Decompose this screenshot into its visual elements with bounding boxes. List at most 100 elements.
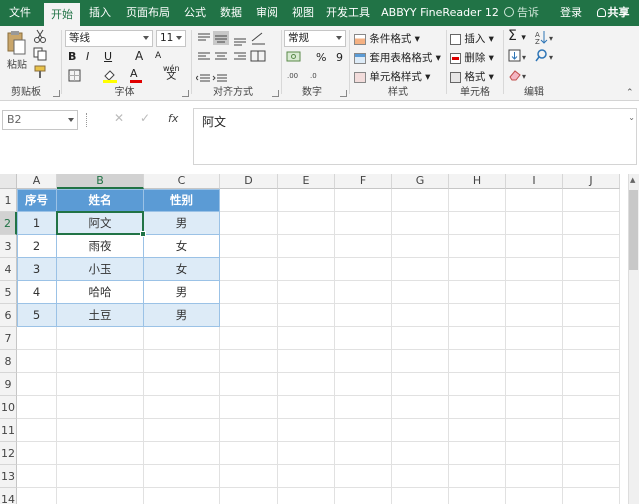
tab-formulas[interactable]: 公式: [180, 0, 210, 26]
tab-review[interactable]: 审阅: [252, 0, 282, 26]
collapse-ribbon-icon[interactable]: ⌃: [626, 88, 634, 98]
clipboard-launcher-icon[interactable]: [53, 90, 60, 97]
comma-style-button[interactable]: 9: [336, 51, 343, 64]
copy-icon[interactable]: [33, 47, 47, 64]
expand-formula-icon[interactable]: ⌄: [628, 113, 635, 122]
tab-view[interactable]: 视图: [288, 0, 318, 26]
fill-handle[interactable]: [140, 231, 146, 237]
find-select-icon[interactable]: ▾: [535, 49, 557, 66]
conditional-format-icon: [354, 33, 366, 45]
tab-home[interactable]: 开始: [44, 3, 80, 26]
fill-icon[interactable]: ▾: [508, 49, 530, 66]
row-header-3[interactable]: 3: [0, 235, 17, 258]
row-header-10[interactable]: 10: [0, 396, 17, 419]
tab-abbyy[interactable]: ABBYY FineReader 12: [380, 0, 500, 26]
increase-decimal-icon[interactable]: .00: [287, 69, 305, 84]
row-header-4[interactable]: 4: [0, 258, 17, 281]
alignment-icons[interactable]: [196, 31, 268, 89]
autosum-button[interactable]: Σ ▾: [508, 28, 526, 44]
format-as-table-button[interactable]: 套用表格格式 ▾: [354, 50, 441, 65]
login-link[interactable]: 登录: [558, 0, 584, 26]
lightbulb-icon: [504, 7, 514, 17]
number-format-value: 常规: [288, 32, 309, 44]
gridline: [277, 189, 278, 504]
share-button[interactable]: 共享: [590, 0, 636, 26]
column-header-G[interactable]: G: [392, 174, 449, 189]
font-color-letter: A: [130, 67, 138, 80]
column-header-H[interactable]: H: [449, 174, 506, 189]
formula-input[interactable]: 阿文: [193, 108, 637, 165]
row-header-9[interactable]: 9: [0, 373, 17, 396]
row-header-14[interactable]: 14: [0, 488, 17, 504]
worksheet[interactable]: ABCDEFGHIJ 1 2 3 4 5 6 7 8 9 10 11 12 13 14 序号 姓名 性别 1 阿文…: [0, 174, 639, 504]
vertical-scrollbar[interactable]: ▲: [628, 174, 639, 504]
table-style-icon: [354, 52, 366, 64]
column-header-I[interactable]: I: [506, 174, 563, 189]
scroll-up-icon[interactable]: ▲: [630, 176, 635, 184]
column-header-F[interactable]: F: [335, 174, 392, 189]
number-format-select[interactable]: 常规: [284, 30, 346, 47]
tab-file[interactable]: 文件: [2, 0, 38, 26]
column-header-B[interactable]: B: [57, 174, 144, 189]
row-header-2[interactable]: 2: [0, 212, 17, 235]
phonetic-button[interactable]: wén 文: [163, 65, 180, 82]
cancel-icon[interactable]: ✕: [114, 111, 124, 125]
column-header-D[interactable]: D: [220, 174, 278, 189]
ribbon-home: 粘贴 剪贴板 等线 11 B I U A A A wén 文 字体 对齐方式 常…: [0, 26, 639, 101]
svg-text:▾: ▾: [549, 34, 553, 43]
gridline: [17, 372, 620, 373]
tab-page-layout[interactable]: 页面布局: [122, 0, 174, 26]
underline-button[interactable]: U: [104, 50, 112, 63]
format-cells-button[interactable]: 格式 ▾: [450, 69, 494, 84]
row-header-1[interactable]: 1: [0, 189, 17, 212]
paste-button[interactable]: 粘贴: [5, 30, 29, 74]
tab-insert[interactable]: 插入: [84, 0, 116, 26]
increase-font-button[interactable]: A: [135, 49, 143, 63]
column-header-J[interactable]: J: [563, 174, 620, 189]
font-color-button[interactable]: A: [130, 67, 142, 83]
column-header-C[interactable]: C: [144, 174, 220, 189]
row-header-7[interactable]: 7: [0, 327, 17, 350]
gridline: [505, 189, 506, 504]
row-header-6[interactable]: 6: [0, 304, 17, 327]
name-box[interactable]: B2: [2, 110, 78, 130]
currency-icon[interactable]: [286, 50, 302, 67]
insert-function-button[interactable]: fx: [168, 112, 178, 125]
tell-me-box[interactable]: 告诉我...: [504, 0, 556, 45]
font-family-select[interactable]: 等线: [65, 30, 153, 47]
gridline: [448, 189, 449, 504]
autosum-icon: Σ: [508, 28, 517, 44]
column-header-E[interactable]: E: [278, 174, 335, 189]
font-launcher-icon[interactable]: [182, 90, 189, 97]
column-header-A[interactable]: A: [17, 174, 57, 189]
number-launcher-icon[interactable]: [340, 90, 347, 97]
insert-cells-button[interactable]: 插入 ▾: [450, 31, 494, 46]
percent-button[interactable]: %: [316, 51, 326, 64]
tab-developer[interactable]: 开发工具: [324, 0, 372, 26]
chevron-down-icon: [176, 36, 182, 40]
gridline: [17, 349, 620, 350]
sort-filter-icon[interactable]: A Z ▾: [535, 30, 557, 47]
formula-bar-grip[interactable]: [86, 113, 88, 127]
row-header-12[interactable]: 12: [0, 442, 17, 465]
conditional-format-button[interactable]: 条件格式 ▾: [354, 31, 420, 46]
tab-data[interactable]: 数据: [216, 0, 246, 26]
row-header-5[interactable]: 5: [0, 281, 17, 304]
format-painter-icon[interactable]: [33, 65, 47, 82]
decrease-decimal-icon[interactable]: .0: [310, 69, 328, 84]
cut-icon[interactable]: [33, 29, 47, 46]
cell-styles-button[interactable]: 单元格样式 ▾: [354, 69, 430, 84]
scrollbar-thumb[interactable]: [629, 190, 638, 270]
delete-cells-button[interactable]: 删除 ▾: [450, 50, 494, 65]
decrease-font-button[interactable]: A: [155, 51, 161, 61]
row-header-11[interactable]: 11: [0, 419, 17, 442]
alignment-launcher-icon[interactable]: [272, 90, 279, 97]
select-all-corner[interactable]: [0, 174, 17, 189]
italic-button[interactable]: I: [86, 50, 89, 63]
font-size-select[interactable]: 11: [156, 30, 186, 47]
row-header-8[interactable]: 8: [0, 350, 17, 373]
row-header-13[interactable]: 13: [0, 465, 17, 488]
check-icon[interactable]: ✓: [140, 111, 150, 125]
font-size-value: 11: [160, 32, 174, 44]
bold-button[interactable]: B: [68, 50, 76, 63]
